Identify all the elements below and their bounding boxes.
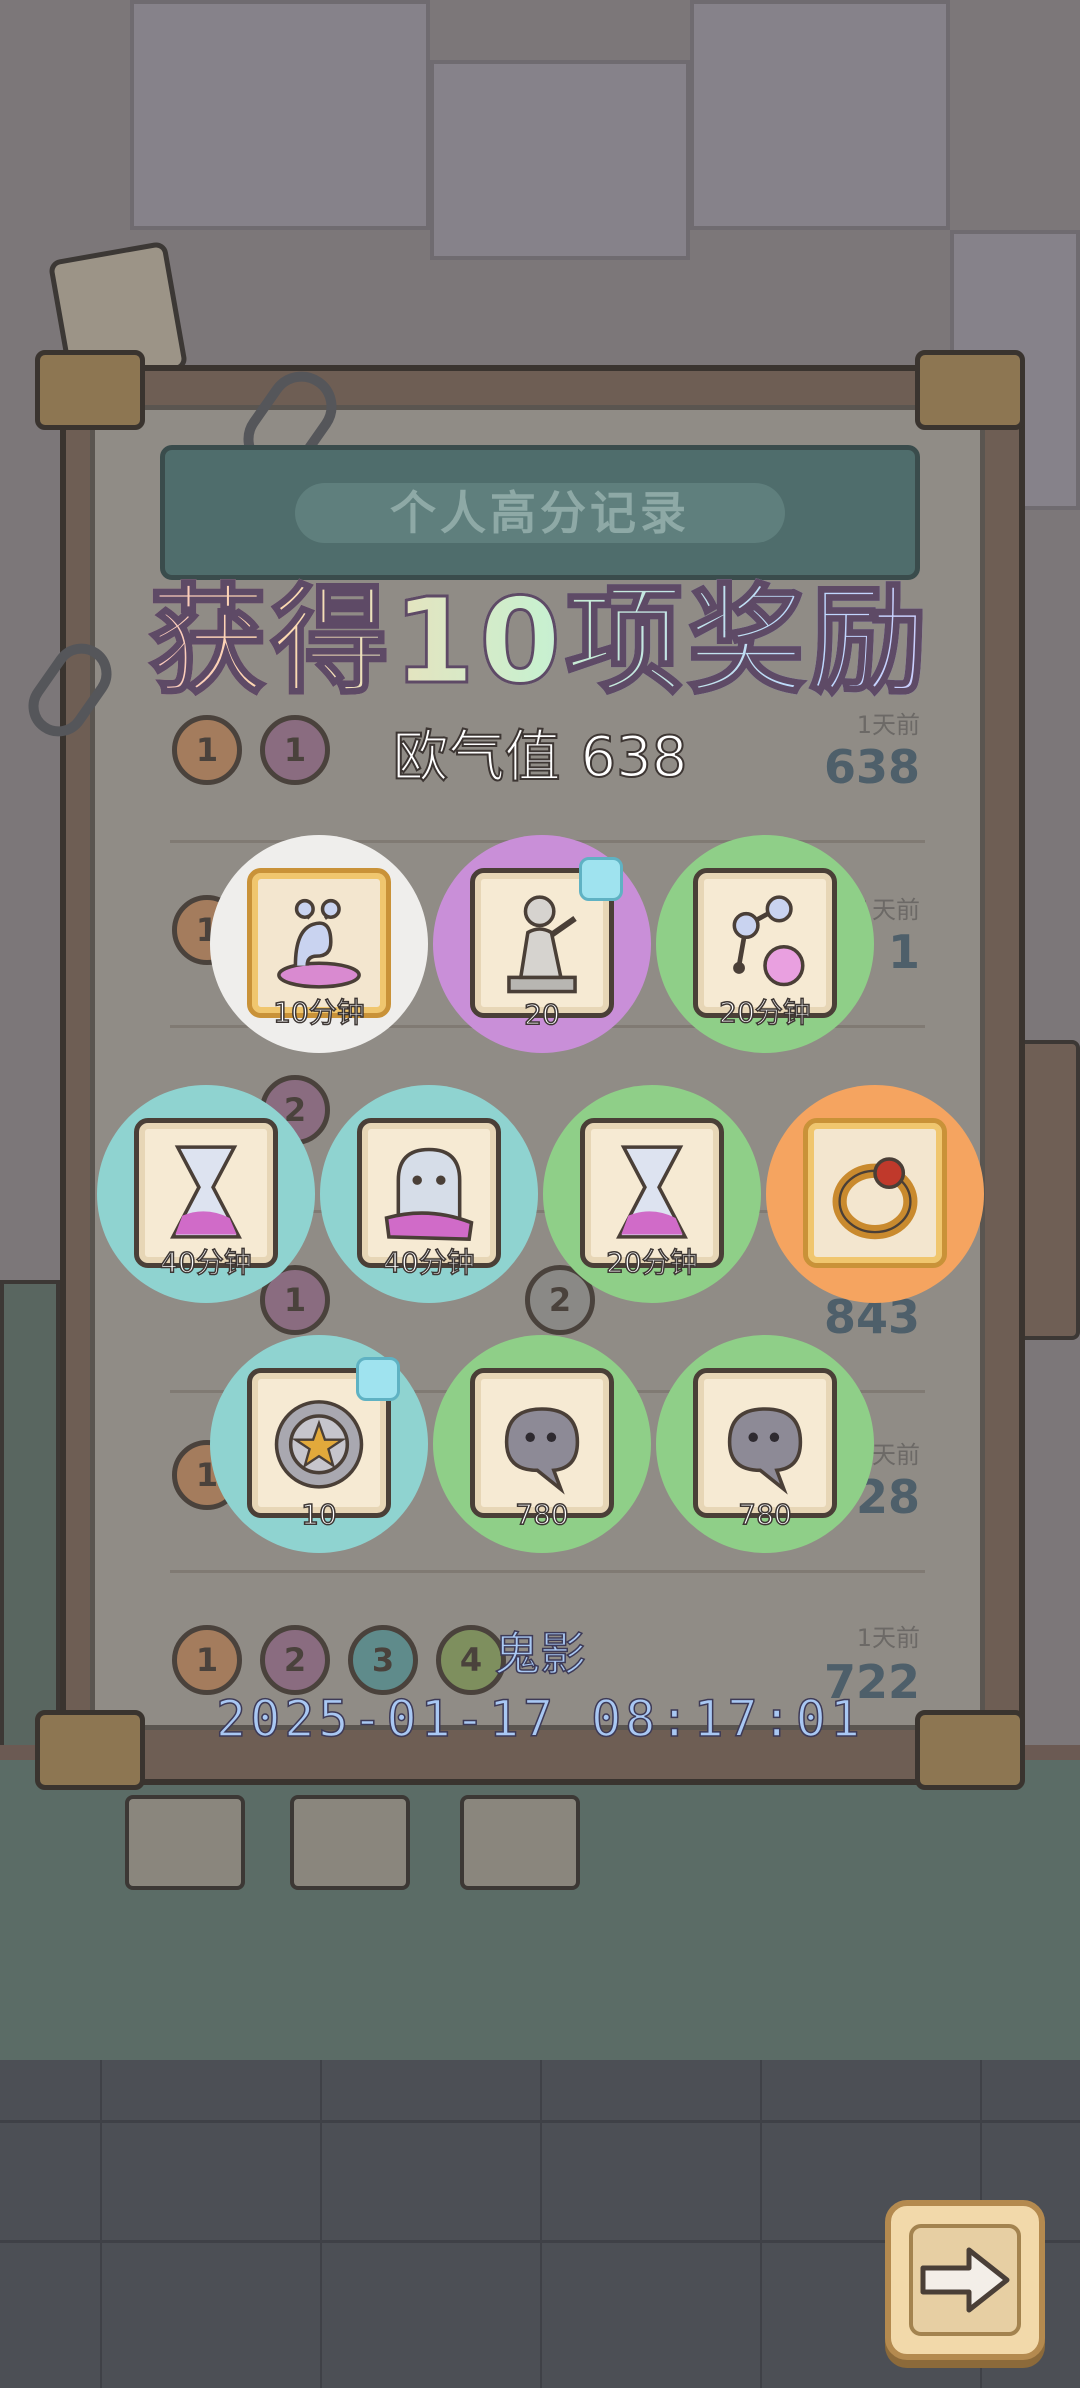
player-name: 鬼影 (493, 1626, 587, 1682)
board-header-title: 个人高分记录 (295, 483, 785, 543)
puzzle-piece-icon (356, 1357, 400, 1401)
reward-item[interactable]: 780 (656, 1335, 874, 1553)
table-card (125, 1795, 245, 1890)
wall-panel (690, 0, 950, 230)
hourglass-potion-icon (616, 1145, 688, 1239)
reward-item[interactable]: 20分钟 (656, 835, 874, 1053)
molecule-flask-icon (732, 895, 805, 987)
reward-qty: 20 (523, 997, 560, 1032)
board-corner (915, 350, 1025, 430)
pentagram-compass-icon (274, 1400, 364, 1489)
reward-qty: 40分钟 (159, 1245, 252, 1280)
table-card (290, 1795, 410, 1890)
reward-item[interactable]: 40分钟 (97, 1085, 315, 1303)
gold-ring-icon (832, 1157, 918, 1240)
table-card (460, 1795, 580, 1890)
reward-item[interactable]: 20分钟 (543, 1085, 761, 1303)
reward-qty: 40分钟 (382, 1245, 475, 1280)
wall-panel (130, 0, 430, 230)
reward-item[interactable]: 40分钟 (320, 1085, 538, 1303)
reward-item[interactable] (766, 1085, 984, 1303)
luck-value: 638 (580, 724, 689, 791)
luck-row: 欧气值 638 (0, 712, 1080, 793)
row-divider (170, 1570, 925, 1573)
statue-puzzle-icon (507, 895, 577, 994)
next-button[interactable] (885, 2200, 1045, 2360)
ghost-blob-icon (727, 1407, 803, 1495)
slug-potion-icon (277, 898, 361, 989)
ghost-icon (384, 1147, 474, 1242)
reward-item[interactable]: 10 (210, 1335, 428, 1553)
reward-qty: 780 (515, 1497, 570, 1532)
reward-item[interactable]: 10分钟 (210, 835, 428, 1053)
record-timestamp: 2025-01-17 08:17:01 (215, 1689, 864, 1749)
puzzle-piece-icon (579, 857, 623, 901)
reward-title: 获得10项奖励 (0, 545, 1080, 716)
wall-panel (430, 60, 690, 260)
reward-item[interactable]: 20 (433, 835, 651, 1053)
reward-qty: 20分钟 (605, 1245, 698, 1280)
board-corner (35, 350, 145, 430)
reward-qty: 20分钟 (718, 995, 811, 1030)
background-prop (0, 1280, 60, 1760)
luck-label: 欧气值 (392, 724, 562, 791)
reward-qty: 10分钟 (272, 995, 365, 1030)
reward-qty: 10 (300, 1497, 337, 1532)
ghost-blob-icon (504, 1407, 580, 1495)
arrow-right-icon (920, 2247, 1010, 2313)
reward-qty: 780 (738, 1497, 793, 1532)
hourglass-potion-icon (170, 1145, 242, 1239)
reward-item[interactable]: 780 (433, 1335, 651, 1553)
